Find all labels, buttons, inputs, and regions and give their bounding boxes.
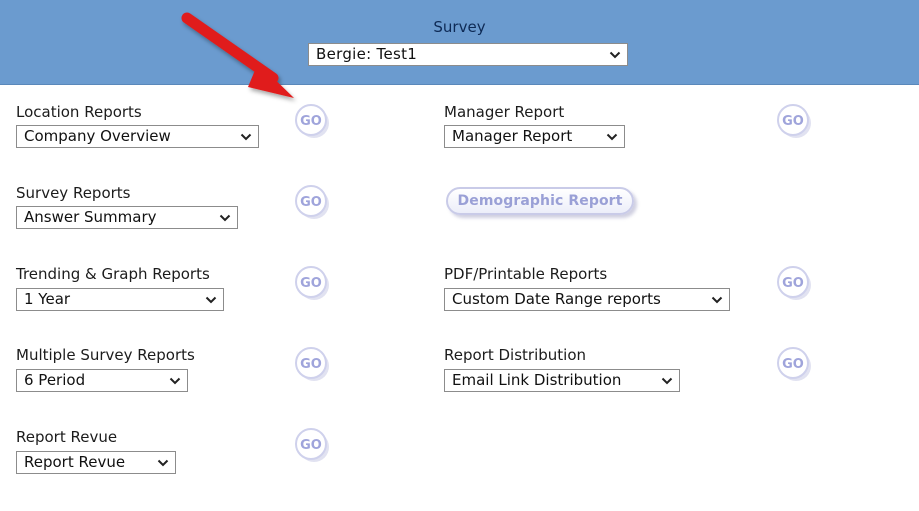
chevron-down-icon bbox=[661, 370, 673, 391]
chevron-down-icon bbox=[240, 126, 252, 147]
chevron-down-icon bbox=[606, 126, 618, 147]
location-reports-go-button[interactable]: GO bbox=[293, 102, 331, 140]
location-reports-value: Company Overview bbox=[24, 127, 171, 145]
multiple-survey-reports-label: Multiple Survey Reports bbox=[16, 346, 195, 364]
report-distribution-go-button[interactable]: GO bbox=[775, 345, 813, 383]
trending-reports-go-button[interactable]: GO bbox=[293, 264, 331, 302]
pdf-printable-reports-label: PDF/Printable Reports bbox=[444, 265, 608, 283]
go-label: GO bbox=[300, 114, 322, 129]
report-distribution-select[interactable]: Email Link Distribution bbox=[444, 369, 680, 392]
go-label: GO bbox=[782, 276, 804, 291]
manager-report-label: Manager Report bbox=[444, 103, 565, 121]
survey-reports-value: Answer Summary bbox=[24, 208, 157, 226]
go-label: GO bbox=[782, 114, 804, 129]
report-revue-select[interactable]: Report Revue bbox=[16, 451, 176, 474]
header-title: Survey bbox=[433, 18, 486, 36]
survey-reports-go-button[interactable]: GO bbox=[293, 183, 331, 221]
survey-select[interactable]: Bergie: Test1 bbox=[308, 43, 628, 66]
multiple-survey-reports-go-button[interactable]: GO bbox=[293, 345, 331, 383]
location-reports-label: Location Reports bbox=[16, 103, 142, 121]
report-revue-go-button[interactable]: GO bbox=[293, 426, 331, 464]
pdf-printable-reports-go-button[interactable]: GO bbox=[775, 264, 813, 302]
go-label: GO bbox=[782, 357, 804, 372]
go-label: GO bbox=[300, 438, 322, 453]
pdf-printable-reports-select[interactable]: Custom Date Range reports bbox=[444, 288, 730, 311]
report-distribution-label: Report Distribution bbox=[444, 346, 587, 364]
go-label: GO bbox=[300, 357, 322, 372]
multiple-survey-reports-select[interactable]: 6 Period bbox=[16, 369, 188, 392]
trending-reports-select[interactable]: 1 Year bbox=[16, 288, 224, 311]
demographic-report-label: Demographic Report bbox=[446, 187, 634, 215]
multiple-survey-reports-value: 6 Period bbox=[24, 371, 86, 389]
chevron-down-icon bbox=[219, 207, 231, 228]
survey-header: Survey Bergie: Test1 bbox=[0, 0, 919, 85]
report-revue-label: Report Revue bbox=[16, 428, 118, 446]
location-reports-select[interactable]: Company Overview bbox=[16, 125, 259, 148]
demographic-report-button[interactable]: Demographic Report bbox=[446, 187, 640, 219]
pdf-printable-reports-value: Custom Date Range reports bbox=[452, 290, 661, 308]
manager-report-go-button[interactable]: GO bbox=[775, 102, 813, 140]
chevron-down-icon bbox=[711, 289, 723, 310]
chevron-down-icon bbox=[157, 452, 169, 473]
trending-reports-value: 1 Year bbox=[24, 290, 71, 308]
chevron-down-icon bbox=[609, 44, 621, 65]
trending-reports-label: Trending & Graph Reports bbox=[16, 265, 210, 283]
survey-reports-label: Survey Reports bbox=[16, 184, 131, 202]
manager-report-value: Manager Report bbox=[452, 127, 573, 145]
survey-select-value: Bergie: Test1 bbox=[316, 45, 418, 63]
report-revue-value: Report Revue bbox=[24, 453, 126, 471]
go-label: GO bbox=[300, 276, 322, 291]
manager-report-select[interactable]: Manager Report bbox=[444, 125, 625, 148]
go-label: GO bbox=[300, 195, 322, 210]
chevron-down-icon bbox=[205, 289, 217, 310]
survey-reports-select[interactable]: Answer Summary bbox=[16, 206, 238, 229]
chevron-down-icon bbox=[169, 370, 181, 391]
report-distribution-value: Email Link Distribution bbox=[452, 371, 622, 389]
